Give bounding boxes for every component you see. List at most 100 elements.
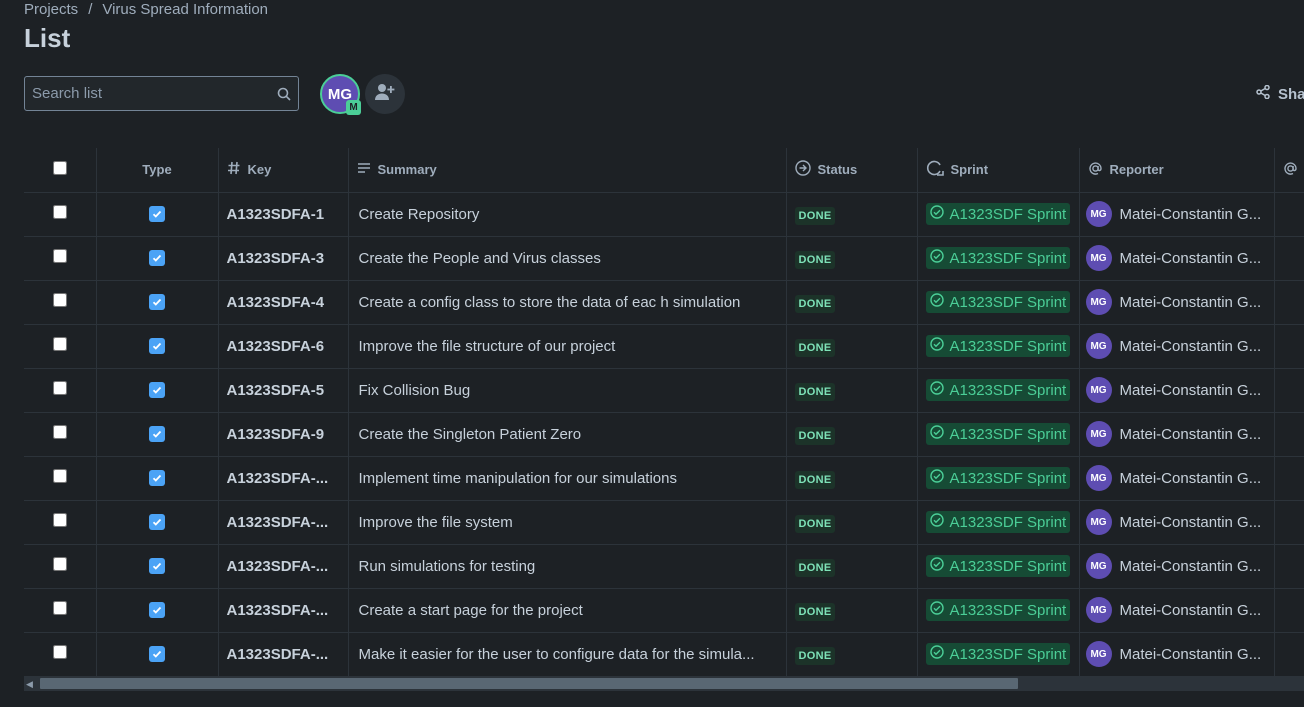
breadcrumb-project-link[interactable]: Virus Spread Information	[102, 1, 268, 18]
sprint-badge[interactable]: A1323SDF Sprint	[925, 247, 1071, 269]
scroll-left-icon[interactable]: ◀	[26, 679, 36, 689]
task-type-icon[interactable]	[149, 249, 165, 266]
reporter-cell[interactable]: MG Matei-Constantin G...	[1079, 588, 1275, 632]
column-header-next[interactable]	[1274, 148, 1304, 192]
breadcrumb-projects-link[interactable]: Projects	[24, 1, 78, 18]
table-row[interactable]: A1323SDFA-6 Improve the file structure o…	[24, 324, 1304, 368]
issue-summary[interactable]: Run simulations for testing	[348, 544, 787, 588]
task-type-icon[interactable]	[149, 513, 165, 530]
status-badge[interactable]: DONE	[794, 470, 836, 489]
row-select-checkbox[interactable]	[52, 425, 67, 439]
issue-key[interactable]: A1323SDFA-5	[218, 368, 349, 412]
task-type-icon[interactable]	[149, 601, 165, 618]
sprint-badge[interactable]: A1323SDF Sprint	[925, 335, 1071, 357]
column-header-type[interactable]: Type	[96, 148, 219, 192]
column-header-summary[interactable]: Summary	[348, 148, 787, 192]
user-avatar[interactable]: MG M	[320, 74, 361, 115]
sprint-badge[interactable]: A1323SDF Sprint	[925, 511, 1071, 533]
issue-key[interactable]: A1323SDFA-...	[218, 632, 349, 676]
column-header-reporter[interactable]: Reporter	[1079, 148, 1275, 192]
row-select-checkbox[interactable]	[52, 337, 67, 351]
sprint-badge[interactable]: A1323SDF Sprint	[925, 643, 1071, 666]
issue-key[interactable]: A1323SDFA-...	[218, 544, 349, 588]
horizontal-scrollbar[interactable]: ◀	[24, 676, 1304, 691]
status-badge[interactable]: DONE	[794, 514, 836, 533]
column-header-sprint[interactable]: Sprint	[917, 148, 1080, 192]
share-button[interactable]: Share	[1256, 84, 1304, 103]
row-select-checkbox[interactable]	[52, 381, 67, 395]
status-badge[interactable]: DONE	[794, 250, 836, 269]
search-box[interactable]	[24, 76, 299, 111]
reporter-cell[interactable]: MG Matei-Constantin G...	[1079, 280, 1275, 324]
task-type-icon[interactable]	[149, 293, 165, 310]
reporter-cell[interactable]: MG Matei-Constantin G...	[1079, 544, 1275, 588]
row-select-checkbox[interactable]	[52, 293, 67, 307]
status-badge[interactable]: DONE	[794, 646, 836, 665]
task-type-icon[interactable]	[149, 645, 165, 662]
issue-summary[interactable]: Create the Singleton Patient Zero	[348, 412, 787, 456]
reporter-cell[interactable]: MG Matei-Constantin G...	[1079, 192, 1275, 236]
table-row[interactable]: A1323SDFA-4 Create a config class to sto…	[24, 280, 1304, 324]
issue-summary[interactable]: Implement time manipulation for our simu…	[348, 456, 787, 500]
reporter-cell[interactable]: MG Matei-Constantin G...	[1079, 500, 1275, 544]
sprint-badge[interactable]: A1323SDF Sprint	[925, 599, 1071, 621]
row-select-checkbox[interactable]	[52, 557, 67, 571]
table-row[interactable]: A1323SDFA-1 Create Repository DONE A1323…	[24, 192, 1304, 236]
task-type-icon[interactable]	[149, 337, 165, 354]
sprint-badge[interactable]: A1323SDF Sprint	[925, 291, 1071, 313]
task-type-icon[interactable]	[149, 425, 165, 442]
issue-key[interactable]: A1323SDFA-1	[218, 192, 349, 236]
sprint-badge[interactable]: A1323SDF Sprint	[925, 423, 1071, 445]
sprint-badge[interactable]: A1323SDF Sprint	[925, 203, 1071, 225]
reporter-cell[interactable]: MG Matei-Constantin G...	[1079, 412, 1275, 456]
row-select-checkbox[interactable]	[52, 601, 67, 615]
table-row[interactable]: A1323SDFA-3 Create the People and Virus …	[24, 236, 1304, 280]
status-badge[interactable]: DONE	[794, 294, 836, 313]
issue-summary[interactable]: Make it easier for the user to configure…	[348, 632, 787, 676]
issue-summary[interactable]: Improve the file structure of our projec…	[348, 324, 787, 368]
row-select-checkbox[interactable]	[52, 249, 67, 263]
row-select-checkbox[interactable]	[52, 513, 67, 527]
sprint-badge[interactable]: A1323SDF Sprint	[925, 379, 1071, 401]
issue-key[interactable]: A1323SDFA-3	[218, 236, 349, 280]
row-select-checkbox[interactable]	[52, 205, 67, 219]
task-type-icon[interactable]	[149, 205, 165, 222]
reporter-cell[interactable]: MG Matei-Constantin G...	[1079, 368, 1275, 412]
status-badge[interactable]: DONE	[794, 426, 836, 445]
table-row[interactable]: A1323SDFA-... Implement time manipulatio…	[24, 456, 1304, 500]
status-badge[interactable]: DONE	[794, 382, 836, 401]
sprint-badge[interactable]: A1323SDF Sprint	[925, 555, 1071, 577]
issue-key[interactable]: A1323SDFA-9	[218, 412, 349, 456]
task-type-icon[interactable]	[149, 557, 165, 574]
status-badge[interactable]: DONE	[794, 338, 836, 357]
scrollbar-thumb[interactable]	[40, 678, 1018, 689]
column-header-status[interactable]: Status	[786, 148, 918, 192]
task-type-icon[interactable]	[149, 381, 165, 398]
reporter-cell[interactable]: MG Matei-Constantin G...	[1079, 632, 1275, 676]
reporter-cell[interactable]: MG Matei-Constantin G...	[1079, 324, 1275, 368]
issue-key[interactable]: A1323SDFA-4	[218, 280, 349, 324]
issue-key[interactable]: A1323SDFA-...	[218, 500, 349, 544]
issue-summary[interactable]: Create Repository	[348, 192, 787, 236]
reporter-cell[interactable]: MG Matei-Constantin G...	[1079, 236, 1275, 280]
sprint-badge[interactable]: A1323SDF Sprint	[925, 467, 1071, 489]
reporter-cell[interactable]: MG Matei-Constantin G...	[1079, 456, 1275, 500]
add-people-button[interactable]	[365, 74, 405, 114]
search-input[interactable]	[32, 85, 277, 102]
table-row[interactable]: A1323SDFA-... Create a start page for th…	[24, 588, 1304, 632]
column-header-key[interactable]: Key	[218, 148, 349, 192]
issue-summary[interactable]: Create a start page for the project	[348, 588, 787, 632]
table-row[interactable]: A1323SDFA-... Make it easier for the use…	[24, 632, 1304, 676]
row-select-checkbox[interactable]	[52, 645, 67, 660]
status-badge[interactable]: DONE	[794, 602, 836, 621]
issue-summary[interactable]: Create a config class to store the data …	[348, 280, 787, 324]
status-badge[interactable]: DONE	[794, 558, 836, 577]
issue-key[interactable]: A1323SDFA-...	[218, 456, 349, 500]
issue-key[interactable]: A1323SDFA-6	[218, 324, 349, 368]
select-all-checkbox[interactable]	[52, 161, 67, 176]
issue-summary[interactable]: Improve the file system	[348, 500, 787, 544]
issue-key[interactable]: A1323SDFA-...	[218, 588, 349, 632]
issue-summary[interactable]: Fix Collision Bug	[348, 368, 787, 412]
table-row[interactable]: A1323SDFA-... Run simulations for testin…	[24, 544, 1304, 588]
task-type-icon[interactable]	[149, 469, 165, 486]
